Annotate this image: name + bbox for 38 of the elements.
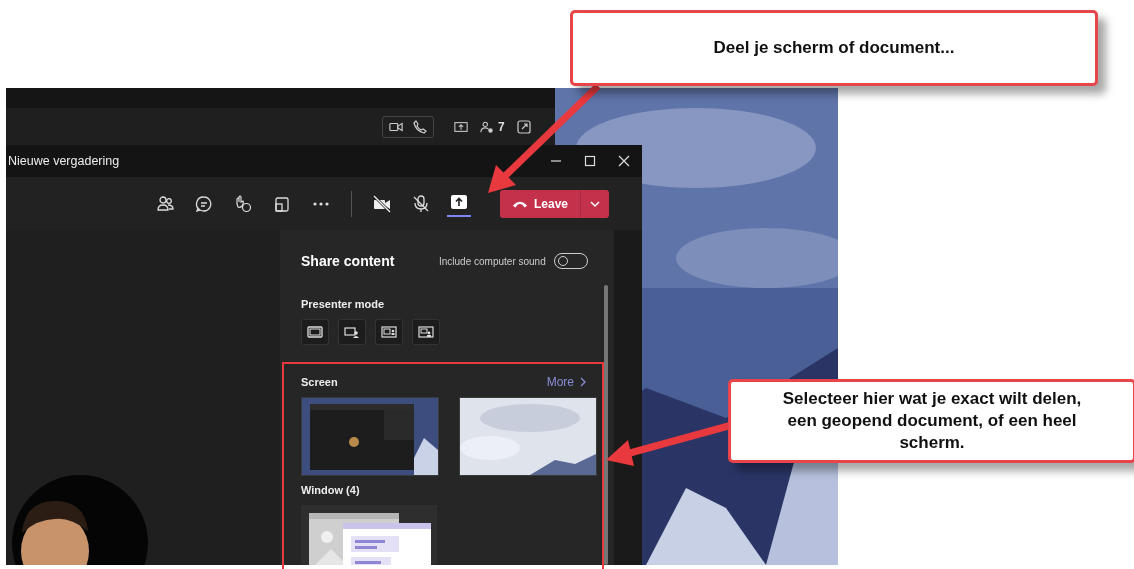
section-label: Screen	[301, 376, 338, 388]
side-by-side-mode-button[interactable]	[375, 319, 403, 345]
close-icon[interactable]	[618, 155, 630, 167]
pop-out-icon[interactable]	[516, 120, 531, 134]
window-thumbnail[interactable]	[301, 505, 437, 565]
content-only-icon	[307, 325, 323, 339]
reporter-mode-button[interactable]	[412, 319, 440, 345]
more-link[interactable]: More	[546, 375, 588, 389]
standout-icon	[344, 325, 360, 339]
video-camera-icon[interactable]	[389, 120, 403, 134]
side-by-side-icon	[381, 325, 397, 339]
content-only-mode-button[interactable]	[301, 319, 329, 345]
screen-thumbnail[interactable]	[301, 397, 439, 476]
section-label: Presenter mode	[301, 298, 386, 310]
sound-label: Include computer sound	[439, 255, 546, 267]
window-title: Nieuwe vergadering	[8, 154, 120, 168]
maximize-icon[interactable]	[584, 155, 596, 167]
leave-options-button[interactable]	[580, 189, 610, 218]
share-screen-icon	[451, 194, 467, 209]
callout-box: Deel je scherm of document...	[570, 10, 1098, 86]
participant-count: 7	[498, 120, 505, 134]
people-add-icon[interactable]	[480, 120, 494, 134]
standout-mode-button[interactable]	[338, 319, 366, 345]
camera-off-icon[interactable]	[373, 194, 391, 213]
raise-hand-icon[interactable]	[234, 194, 252, 213]
leave-button[interactable]: Leave	[500, 189, 581, 218]
people-icon[interactable]	[156, 194, 174, 213]
screen-thumbnail[interactable]	[459, 397, 597, 476]
share-tray-icon[interactable]	[454, 120, 468, 134]
phone-icon[interactable]	[413, 120, 427, 134]
section-label: Window (4)	[301, 484, 361, 496]
callout-box: Selecteer hier wat je exact wilt delen, een geopend document, of een heel scherm.	[728, 379, 1134, 463]
chat-icon[interactable]	[195, 194, 213, 213]
panel-title: Share content	[301, 253, 396, 269]
chevron-right-icon	[578, 377, 588, 387]
share-tray-icon[interactable]	[273, 194, 291, 213]
reporter-icon	[418, 325, 434, 339]
microphone-off-icon[interactable]	[412, 194, 430, 213]
